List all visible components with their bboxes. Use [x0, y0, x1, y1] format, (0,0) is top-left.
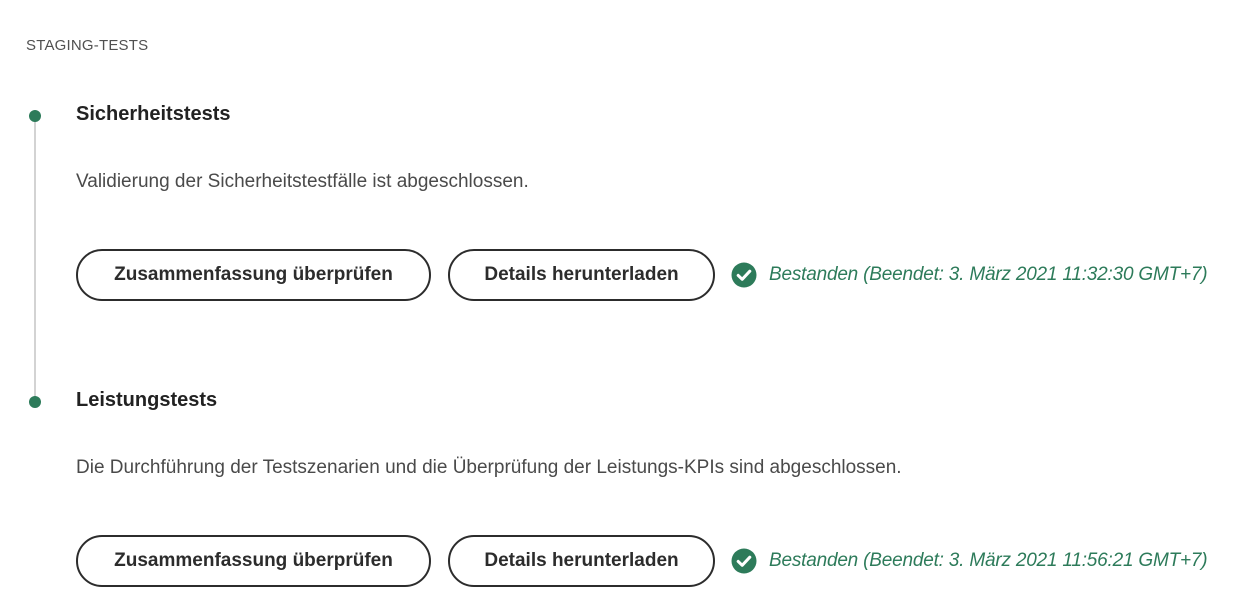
status-text: Bestanden (Beendet: 3. März 2021 11:56:2… — [769, 550, 1208, 571]
step-status-dot — [29, 396, 41, 408]
step-description: Validierung der Sicherheitstestfälle ist… — [76, 171, 529, 192]
status-text: Bestanden (Beendet: 3. März 2021 11:32:3… — [769, 264, 1208, 285]
download-details-button[interactable]: Details herunterladen — [448, 535, 715, 587]
review-summary-button[interactable]: Zusammenfassung überprüfen — [76, 249, 431, 301]
review-summary-button[interactable]: Zusammenfassung überprüfen — [76, 535, 431, 587]
step-status: Bestanden (Beendet: 3. März 2021 11:32:3… — [731, 262, 1208, 288]
download-details-button[interactable]: Details herunterladen — [448, 249, 715, 301]
step-description: Die Durchführung der Testszenarien und d… — [76, 457, 902, 478]
check-circle-icon — [731, 262, 757, 288]
step-status: Bestanden (Beendet: 3. März 2021 11:56:2… — [731, 548, 1208, 574]
step-title: Leistungstests — [76, 389, 218, 411]
timeline-line — [34, 116, 36, 402]
step-title: Sicherheitstests — [76, 103, 231, 125]
section-title: STAGING-TESTS — [26, 37, 149, 54]
check-circle-icon — [731, 548, 757, 574]
step-status-dot — [29, 110, 41, 122]
